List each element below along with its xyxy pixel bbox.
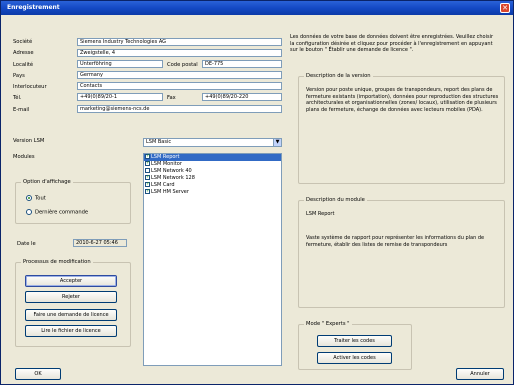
postal-field[interactable]: DE-775 [202, 60, 282, 68]
chevron-down-icon[interactable]: ▼ [273, 139, 281, 146]
module-description-title: Description du module [304, 197, 367, 203]
email-label: E-mail [13, 107, 30, 113]
display-option-title: Option d'affichage [21, 179, 73, 185]
fax-field[interactable]: +49(0)89/20-220 [202, 93, 282, 101]
procedure-title: Processus de modification [21, 259, 93, 265]
radio-icon[interactable] [26, 195, 32, 201]
modules-label: Modules [13, 154, 35, 160]
module-item[interactable]: LSM Monitor [144, 160, 281, 168]
pays-field[interactable]: Germany [77, 71, 282, 79]
ok-button[interactable]: OK [15, 368, 61, 380]
postal-label: Code postal [167, 62, 198, 68]
license-request-button[interactable]: Faire une demande de licence [25, 309, 117, 321]
modules-list[interactable]: LSM Report LSM Monitor LSM Network 40 LS… [143, 153, 282, 366]
title-bar: Enregistrement ✕ [1, 1, 513, 15]
version-description-text: Version pour poste unique, groupes de tr… [306, 87, 499, 113]
checkbox-icon[interactable] [145, 181, 150, 188]
intro-text: Les données de votre base de données doi… [290, 34, 494, 53]
email-field[interactable]: marketing@siemens-ncs.de [77, 105, 282, 113]
checkbox-icon[interactable] [145, 168, 150, 173]
module-item[interactable]: LSM HM Server [144, 188, 281, 196]
read-license-button[interactable]: Lire le fichier de licence [25, 325, 117, 337]
module-item[interactable]: LSM Report [144, 153, 281, 161]
module-description-text: Vaste système de rapport pour représente… [306, 235, 485, 248]
date-label: Date le [17, 241, 36, 247]
process-codes-button[interactable]: Traiter les codes [317, 335, 392, 347]
tel-label: Tél. [13, 95, 22, 101]
window-title: Enregistrement [7, 4, 60, 11]
accept-button[interactable]: Accepter [25, 275, 117, 287]
checkbox-icon[interactable] [145, 174, 150, 181]
interlocuteur-field[interactable]: Contacts [77, 82, 282, 90]
reject-button[interactable]: Rejeter [25, 291, 117, 303]
version-value: LSM Basic [146, 139, 172, 145]
adresse-field[interactable]: Zweigstelle, 4 [77, 49, 282, 57]
module-name: LSM Report [306, 211, 335, 217]
expert-mode-title: Mode " Experts " [304, 321, 352, 327]
adresse-label: Adresse [13, 50, 34, 56]
checkbox-icon[interactable] [145, 188, 150, 195]
version-select[interactable]: LSM Basic ▼ [143, 138, 282, 147]
radio-all[interactable]: Tout [26, 195, 46, 202]
version-description-title: Description de la version [304, 73, 373, 79]
pays-label: Pays [13, 73, 25, 79]
module-description-group: Description du module LSM Report Vaste s… [298, 197, 505, 308]
radio-icon[interactable] [26, 209, 32, 215]
module-item[interactable]: LSM Network 128 [144, 174, 281, 182]
module-item[interactable]: LSM Card [144, 181, 281, 189]
checkbox-icon[interactable] [145, 153, 150, 160]
version-description-group: Description de la version Version pour p… [298, 73, 505, 184]
cancel-button[interactable]: Annuler [456, 368, 504, 380]
checkbox-icon[interactable] [145, 160, 150, 167]
radio-last-order[interactable]: Dernière commande [26, 209, 88, 216]
close-icon[interactable]: ✕ [500, 3, 510, 13]
version-label: Version LSM [13, 138, 45, 144]
display-option-group: Option d'affichage Tout Dernière command… [15, 179, 131, 224]
localite-field[interactable]: Unterföhring [77, 60, 163, 68]
activate-codes-button[interactable]: Activer les codes [317, 352, 392, 364]
localite-label: Localité [13, 62, 34, 68]
societe-label: Société [13, 39, 33, 45]
tel-field[interactable]: +49(0)89/20-1 [77, 93, 163, 101]
module-item[interactable]: LSM Network 40 [144, 168, 281, 175]
interlocuteur-label: Interlocuteur [13, 84, 47, 90]
date-field: 2010-6-27 05:46 [73, 239, 127, 247]
registration-dialog: Enregistrement ✕ Société Siemens Industr… [0, 0, 514, 385]
societe-field[interactable]: Siemens Industry Technologies AG [77, 38, 282, 46]
fax-label: Fax [167, 95, 176, 101]
